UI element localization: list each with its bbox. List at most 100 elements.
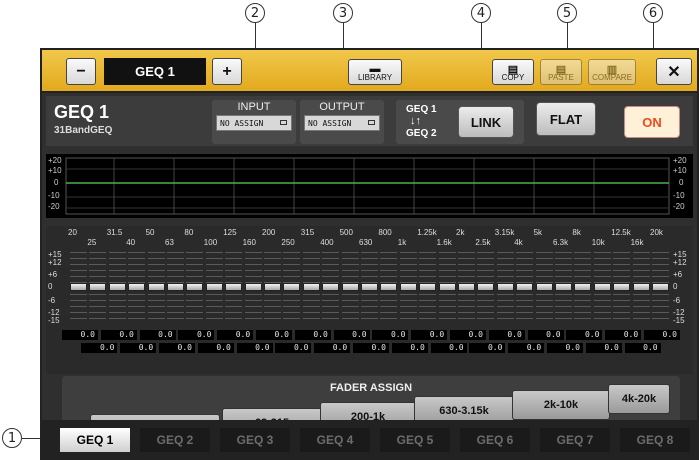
fader-knob[interactable] — [496, 283, 514, 291]
fader-27[interactable] — [574, 252, 592, 324]
fader-knob[interactable] — [264, 283, 281, 291]
input-label: INPUT — [237, 101, 271, 113]
fader-knob[interactable] — [283, 283, 301, 291]
fader-knob[interactable] — [593, 283, 611, 291]
fader-15[interactable] — [341, 252, 359, 324]
freq-label: 315 — [300, 228, 315, 237]
input-assign-button[interactable]: NO ASSIGN — [216, 115, 292, 131]
fader-knob[interactable] — [302, 283, 320, 291]
fader-value: 0.0 — [527, 330, 564, 340]
fader-31[interactable] — [652, 252, 669, 324]
tab-geq-1[interactable]: GEQ 1 — [60, 428, 130, 452]
fader-25[interactable] — [535, 252, 553, 324]
library-button[interactable]: ▬ LIBRARY — [348, 59, 402, 85]
tab-geq-2[interactable]: GEQ 2 — [140, 428, 210, 452]
fader-23[interactable] — [496, 252, 514, 324]
fader-knob[interactable] — [225, 283, 243, 291]
copy-button[interactable]: ▤ COPY — [492, 59, 534, 85]
fader-knob[interactable] — [613, 283, 631, 291]
fader-knob[interactable] — [244, 283, 262, 291]
fader-knob[interactable] — [477, 283, 495, 291]
fader-value: 0.0 — [178, 330, 215, 340]
fader-24[interactable] — [516, 252, 534, 324]
fader-16[interactable] — [361, 252, 378, 324]
fader-knob[interactable] — [535, 283, 553, 291]
fader-knob[interactable] — [147, 283, 165, 291]
fader-13[interactable] — [302, 252, 320, 324]
fader-knob[interactable] — [322, 283, 340, 291]
fader-knob[interactable] — [70, 283, 87, 291]
fader-9[interactable] — [225, 252, 243, 324]
freq-label: 80 — [184, 228, 194, 237]
fader-5[interactable] — [147, 252, 165, 324]
fader-4[interactable] — [128, 252, 146, 324]
fader-knob[interactable] — [186, 283, 204, 291]
fader-2[interactable] — [89, 252, 107, 324]
tab-geq-8[interactable]: GEQ 8 — [620, 428, 690, 452]
fader-knob[interactable] — [205, 283, 223, 291]
fader-value: 0.0 — [62, 330, 98, 340]
graph-scale-left: +20 — [48, 156, 62, 165]
fader-value: 0.0 — [197, 343, 234, 353]
link-button[interactable]: LINK — [458, 106, 514, 138]
fader-10[interactable] — [244, 252, 262, 324]
flat-button[interactable]: FLAT — [536, 102, 596, 136]
fader-value: 0.0 — [450, 330, 486, 340]
fader-17[interactable] — [380, 252, 398, 324]
fader-6[interactable] — [167, 252, 184, 324]
fader-assign-2k-10k[interactable]: 2k-10k — [512, 390, 610, 420]
fader-12[interactable] — [283, 252, 301, 324]
fader-22[interactable] — [477, 252, 495, 324]
fader-20[interactable] — [438, 252, 456, 324]
tab-geq-4[interactable]: GEQ 4 — [300, 428, 370, 452]
fader-knob[interactable] — [128, 283, 146, 291]
fader-3[interactable] — [108, 252, 126, 324]
fader-11[interactable] — [264, 252, 281, 324]
output-assign-button[interactable]: NO ASSIGN — [304, 115, 380, 131]
fader-knob[interactable] — [89, 283, 107, 291]
freq-label: 12.5k — [611, 228, 631, 237]
fader-knob[interactable] — [167, 283, 184, 291]
paste-button[interactable]: ▤ PASTE — [540, 59, 582, 85]
fader-knob[interactable] — [555, 283, 572, 291]
fader-knob[interactable] — [108, 283, 126, 291]
on-button[interactable]: ON — [624, 106, 680, 138]
tab-geq-5[interactable]: GEQ 5 — [380, 428, 450, 452]
fader-26[interactable] — [555, 252, 572, 324]
tab-geq-6[interactable]: GEQ 6 — [460, 428, 530, 452]
fader-29[interactable] — [613, 252, 631, 324]
fader-knob[interactable] — [458, 283, 475, 291]
tab-bar: GEQ 1 GEQ 2 GEQ 3 GEQ 4 GEQ 5 GEQ 6 GEQ … — [40, 420, 699, 460]
graph-scale-right: +20 — [673, 156, 687, 165]
fader-knob[interactable] — [399, 283, 417, 291]
fader-30[interactable] — [632, 252, 650, 324]
fader-18[interactable] — [399, 252, 417, 324]
fader-knob[interactable] — [652, 283, 669, 291]
fader-knob[interactable] — [419, 283, 437, 291]
fader-knob[interactable] — [632, 283, 650, 291]
fader-knob[interactable] — [438, 283, 456, 291]
prev-geq-button[interactable]: − — [66, 58, 96, 85]
fader-19[interactable] — [419, 252, 437, 324]
fader-knob[interactable] — [341, 283, 359, 291]
fader-knob[interactable] — [516, 283, 534, 291]
geq-tabs: GEQ 1 GEQ 2 GEQ 3 GEQ 4 GEQ 5 GEQ 6 GEQ … — [0, 420, 699, 460]
fader-7[interactable] — [186, 252, 204, 324]
fader-knob[interactable] — [574, 283, 592, 291]
fader-value: 0.0 — [81, 343, 118, 353]
next-geq-button[interactable]: + — [212, 58, 242, 85]
freq-label: 2.5k — [475, 238, 491, 247]
fader-1[interactable] — [70, 252, 87, 324]
fader-knob[interactable] — [361, 283, 378, 291]
fader-21[interactable] — [458, 252, 475, 324]
tab-geq-3[interactable]: GEQ 3 — [220, 428, 290, 452]
fader-knob[interactable] — [380, 283, 398, 291]
fader-assign-4k-20k[interactable]: 4k-20k — [608, 384, 670, 414]
fader-14[interactable] — [322, 252, 340, 324]
fader-28[interactable] — [593, 252, 611, 324]
compare-button[interactable]: ▥ COMPARE — [588, 59, 636, 85]
fader-value: 0.0 — [469, 343, 506, 353]
tab-geq-7[interactable]: GEQ 7 — [540, 428, 610, 452]
close-button[interactable]: ✕ — [656, 58, 692, 85]
fader-8[interactable] — [205, 252, 223, 324]
